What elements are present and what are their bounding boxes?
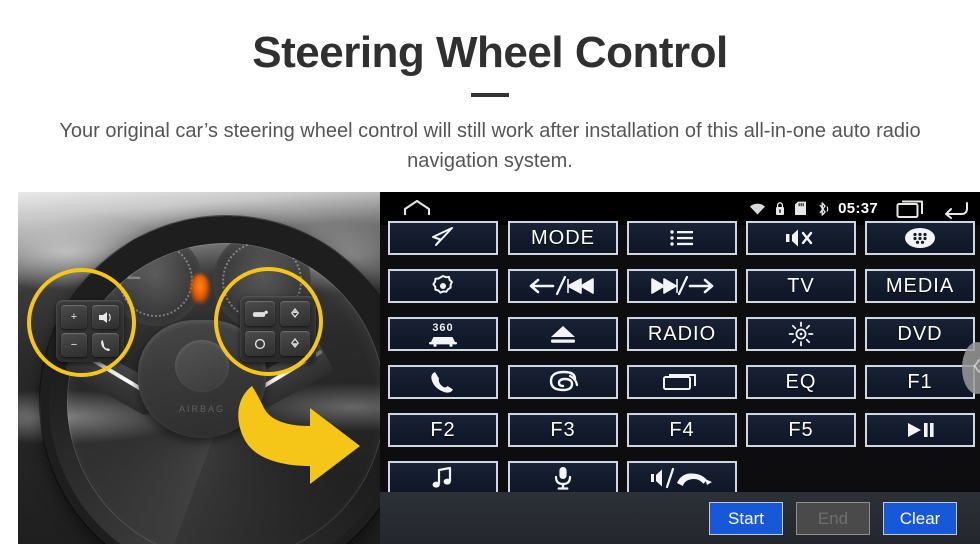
screen-icon [662, 371, 702, 393]
prev-track-icon [527, 275, 599, 297]
clear-button[interactable]: Clear [883, 502, 957, 535]
swc-button-mode[interactable]: MODE [508, 221, 618, 255]
swc-button-f5[interactable]: F5 [746, 413, 856, 447]
sdcard-icon [794, 201, 807, 216]
highlight-circle-left [27, 268, 136, 377]
lock-icon [775, 201, 785, 216]
navigation-arrow-icon [430, 226, 456, 250]
swc-button-apps[interactable] [865, 221, 975, 255]
swc-button-eq[interactable]: EQ [746, 365, 856, 399]
recents-icon[interactable] [895, 199, 925, 219]
page-subtitle: Your original car’s steering wheel contr… [59, 120, 921, 172]
chevron-left-icon [972, 358, 980, 379]
highlight-circle-right [214, 267, 323, 376]
bluetooth-icon [816, 201, 829, 217]
car-360-icon: 360 [423, 320, 463, 348]
page-root: Steering Wheel Control Your original car… [0, 0, 980, 544]
start-button[interactable]: Start [709, 502, 783, 535]
swc-button-navigation[interactable] [388, 221, 498, 255]
list-icon [668, 228, 696, 248]
steering-wheel-photo: 2 AIRBAG + − [18, 192, 380, 544]
apps-grid-icon [903, 226, 937, 250]
swc-button-f4[interactable]: F4 [627, 413, 737, 447]
back-icon[interactable] [942, 199, 970, 219]
swc-button-swirl[interactable] [508, 365, 618, 399]
swc-button-power[interactable] [388, 269, 498, 303]
swc-button-eject[interactable] [508, 317, 618, 351]
swc-button-mute[interactable] [746, 221, 856, 255]
title-divider [471, 93, 509, 97]
pointer-arrow [228, 380, 380, 490]
swc-button-phone[interactable] [388, 365, 498, 399]
swc-button-radio[interactable]: RADIO [627, 317, 737, 351]
swc-button-speaker-call[interactable] [627, 461, 737, 495]
swc-button-tv[interactable]: TV [746, 269, 856, 303]
play-pause-icon [903, 420, 937, 440]
page-title: Steering Wheel Control [252, 28, 728, 77]
swc-button-play-pause[interactable] [865, 413, 975, 447]
speaker-call-icon [649, 466, 715, 490]
eject-icon [546, 323, 580, 345]
swc-button-f1[interactable]: F1 [865, 365, 975, 399]
phone-icon [428, 369, 458, 395]
swc-button-list[interactable] [627, 221, 737, 255]
status-clock: 05:37 [838, 200, 878, 217]
swc-button-media[interactable]: MEDIA [865, 269, 975, 303]
end-button: End [796, 502, 870, 535]
head-unit-panel: 05:37 MODE TV MEDIA 360 RADIO DVD EQ F1 … [380, 192, 980, 544]
next-track-icon [646, 275, 718, 297]
wifi-icon [749, 202, 766, 216]
page-header: Steering Wheel Control Your original car… [0, 0, 980, 192]
swc-button-brightness[interactable] [746, 317, 856, 351]
microphone-icon [552, 465, 574, 491]
swc-button-next-track[interactable] [627, 269, 737, 303]
svg-text:360: 360 [432, 322, 453, 334]
panel-bottom-bar: Start End Clear [380, 492, 980, 544]
swirl-icon [546, 369, 580, 395]
swc-button-prev-track[interactable] [508, 269, 618, 303]
swc-button-music[interactable] [388, 461, 498, 495]
music-note-icon [430, 466, 456, 490]
brightness-icon [787, 320, 815, 348]
swc-button-f3[interactable]: F3 [508, 413, 618, 447]
swc-button-dvd[interactable]: DVD [865, 317, 975, 351]
swc-button-grid: MODE TV MEDIA 360 RADIO DVD EQ F1 F2 F3 … [380, 221, 980, 495]
swc-button-camera-360[interactable]: 360 [388, 317, 498, 351]
swc-button-microphone[interactable] [508, 461, 618, 495]
home-icon[interactable] [402, 198, 432, 223]
mute-icon [784, 227, 818, 249]
swc-button-screen[interactable] [627, 365, 737, 399]
swc-button-f2[interactable]: F2 [388, 413, 498, 447]
power-gear-icon [430, 273, 456, 299]
